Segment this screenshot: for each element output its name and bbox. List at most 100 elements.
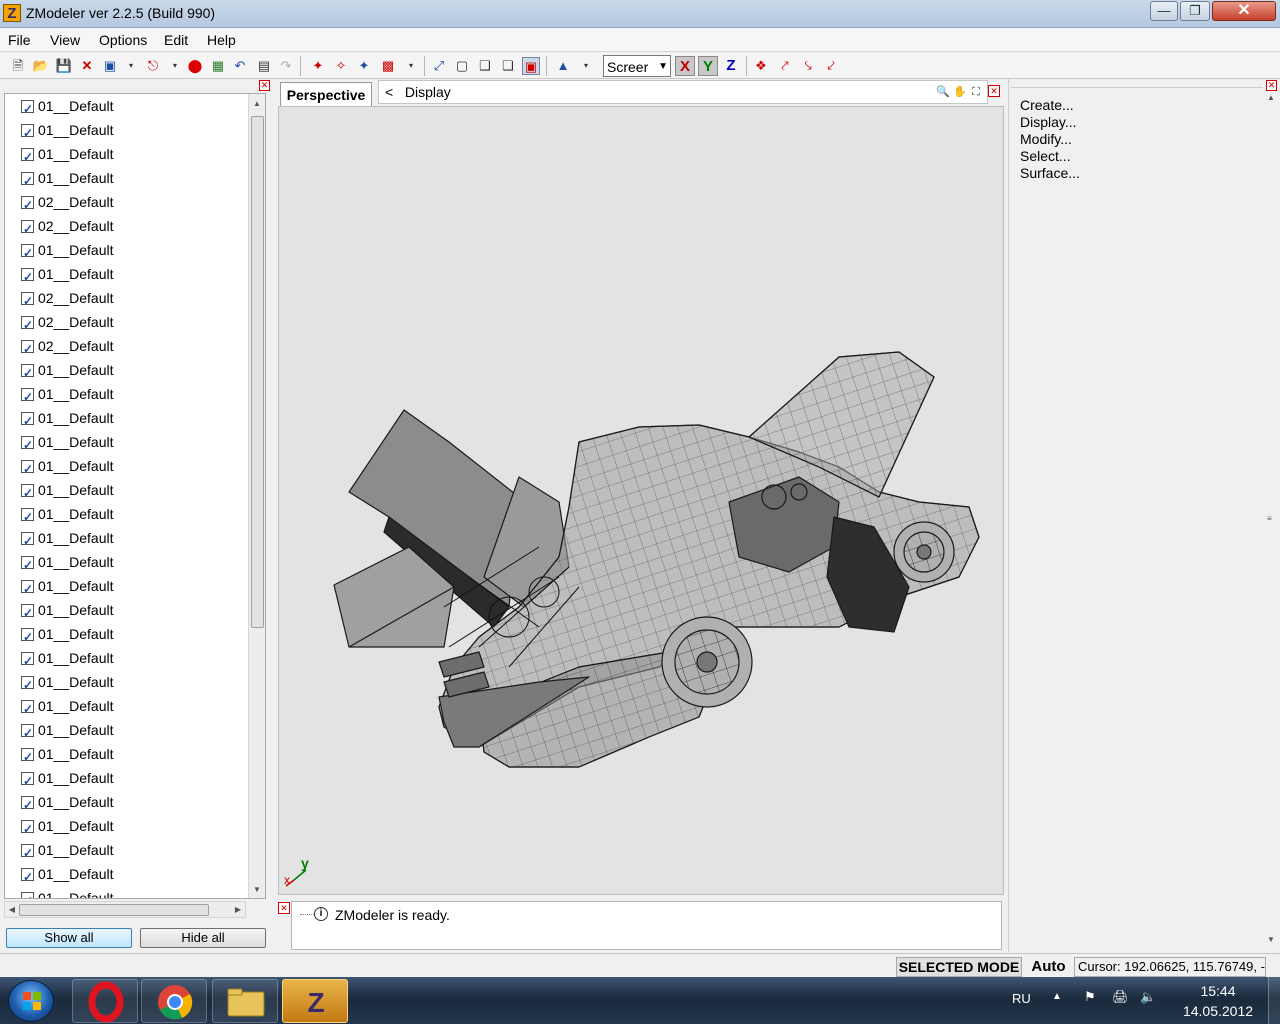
- minimize-button[interactable]: —: [1150, 1, 1178, 21]
- command-select[interactable]: Select...: [1020, 148, 1071, 165]
- object-list-item[interactable]: 01__Default: [21, 238, 114, 265]
- visibility-checkbox[interactable]: [21, 481, 34, 505]
- visibility-checkbox[interactable]: [21, 841, 34, 865]
- network-icon[interactable]: 🖨: [1112, 989, 1129, 1005]
- object-list-item[interactable]: 02__Default: [21, 310, 114, 337]
- tray-expand-icon[interactable]: ▲: [1052, 991, 1062, 1002]
- scroll-down-icon[interactable]: ▼: [1267, 935, 1275, 944]
- start-button[interactable]: [8, 980, 54, 1022]
- link-icon[interactable]: ❖: [752, 57, 770, 75]
- visibility-checkbox[interactable]: [21, 145, 34, 169]
- visibility-checkbox[interactable]: [21, 385, 34, 409]
- visibility-checkbox[interactable]: [21, 217, 34, 241]
- object-list-item[interactable]: 01__Default: [21, 262, 114, 289]
- open-folder-icon[interactable]: 📂: [32, 57, 50, 75]
- object-list-item[interactable]: 01__Default: [21, 574, 114, 601]
- scroll-down-icon[interactable]: ▼: [249, 882, 265, 898]
- object-list-item[interactable]: 01__Default: [21, 742, 114, 769]
- object-list-item[interactable]: 01__Default: [21, 526, 114, 553]
- object-list-item[interactable]: 01__Default: [21, 694, 114, 721]
- visibility-checkbox[interactable]: [21, 577, 34, 601]
- object-list-item[interactable]: 02__Default: [21, 190, 114, 217]
- visibility-checkbox[interactable]: [21, 265, 34, 289]
- task-opera[interactable]: [72, 979, 138, 1023]
- visibility-checkbox[interactable]: [21, 505, 34, 529]
- visibility-checkbox[interactable]: [21, 865, 34, 889]
- hide-all-button[interactable]: Hide all: [140, 928, 266, 948]
- object-list-item[interactable]: 01__Default: [21, 502, 114, 529]
- visibility-checkbox[interactable]: [21, 169, 34, 193]
- material-icon[interactable]: ▦: [209, 57, 227, 75]
- visibility-checkbox[interactable]: [21, 721, 34, 745]
- object-list-item[interactable]: 01__Default: [21, 478, 114, 505]
- new-file-icon[interactable]: 🗎: [9, 57, 27, 75]
- vertical-scrollbar[interactable]: ▲ ≡ ▼: [1267, 93, 1280, 949]
- visibility-checkbox[interactable]: [21, 97, 34, 121]
- visibility-checkbox[interactable]: [21, 889, 34, 898]
- menu-edit[interactable]: Edit: [164, 32, 188, 48]
- scroll-up-icon[interactable]: ▲: [1267, 93, 1275, 102]
- language-indicator[interactable]: RU: [1012, 991, 1031, 1006]
- visibility-checkbox[interactable]: [21, 817, 34, 841]
- visibility-checkbox[interactable]: [21, 457, 34, 481]
- object-list-item[interactable]: 01__Default: [21, 670, 114, 697]
- visibility-checkbox[interactable]: [21, 121, 34, 145]
- command-modify[interactable]: Modify...: [1020, 131, 1072, 148]
- object-list-item[interactable]: 02__Default: [21, 286, 114, 313]
- visibility-checkbox[interactable]: [21, 193, 34, 217]
- task-explorer[interactable]: [212, 979, 278, 1023]
- object-list-item[interactable]: 01__Default: [21, 430, 114, 457]
- visibility-checkbox[interactable]: [21, 409, 34, 433]
- z-axis-toggle[interactable]: Z: [721, 56, 741, 76]
- cone-icon[interactable]: ▲: [554, 57, 572, 75]
- close-icon[interactable]: ✕: [988, 85, 1000, 97]
- dropdown-arrow-icon[interactable]: ▾: [577, 57, 595, 75]
- object-list-item[interactable]: 01__Default: [21, 118, 114, 145]
- menu-file[interactable]: File: [8, 32, 31, 48]
- axis-scale-icon[interactable]: ⤦: [822, 57, 840, 75]
- clock-time[interactable]: 15:44: [1190, 983, 1246, 999]
- select-object-icon[interactable]: ✦: [355, 57, 373, 75]
- y-axis-toggle[interactable]: Y: [698, 56, 718, 76]
- dropdown-arrow-icon[interactable]: ▾: [122, 57, 140, 75]
- visibility-checkbox[interactable]: [21, 361, 34, 385]
- dropdown-arrow-icon[interactable]: ▾: [402, 57, 420, 75]
- visibility-checkbox[interactable]: [21, 337, 34, 361]
- export-icon[interactable]: ⎋: [144, 57, 162, 75]
- face-mode-icon[interactable]: ▢: [453, 57, 471, 75]
- x-axis-toggle[interactable]: X: [675, 56, 695, 76]
- axis-move-icon[interactable]: ⤤: [776, 57, 794, 75]
- perspective-viewport[interactable]: [278, 106, 1004, 895]
- scroll-left-icon[interactable]: ◀: [5, 902, 19, 918]
- scrollbar-thumb[interactable]: [19, 904, 209, 916]
- visibility-checkbox[interactable]: [21, 433, 34, 457]
- select-mode-icon[interactable]: ▩: [379, 57, 397, 75]
- menu-help[interactable]: Help: [207, 32, 236, 48]
- command-create[interactable]: Create...: [1020, 97, 1074, 114]
- visibility-checkbox[interactable]: [21, 697, 34, 721]
- maximize-viewport-icon[interactable]: ⛶: [969, 85, 983, 99]
- object-list-item[interactable]: 01__Default: [21, 862, 114, 889]
- object-list-item[interactable]: 01__Default: [21, 454, 114, 481]
- clock-date[interactable]: 14.05.2012: [1180, 1003, 1256, 1019]
- visibility-checkbox[interactable]: [21, 625, 34, 649]
- object-list-item[interactable]: 01__Default: [21, 382, 114, 409]
- coordinate-system-select[interactable]: Screer ▼: [603, 55, 671, 77]
- menu-view[interactable]: View: [50, 32, 80, 48]
- task-chrome[interactable]: [141, 979, 207, 1023]
- action-center-flag-icon[interactable]: ⚑: [1084, 989, 1096, 1005]
- task-zmodeler[interactable]: Z: [282, 979, 348, 1023]
- visibility-checkbox[interactable]: [21, 793, 34, 817]
- object-list-item[interactable]: 01__Default: [21, 94, 114, 121]
- dropdown-arrow-icon[interactable]: ▾: [166, 57, 184, 75]
- volume-icon[interactable]: 🔈: [1140, 989, 1156, 1005]
- axis-rotate-icon[interactable]: ⤥: [799, 57, 817, 75]
- object-list-item[interactable]: 02__Default: [21, 214, 114, 241]
- close-icon[interactable]: ✕: [1266, 80, 1277, 91]
- object-list[interactable]: 01__Default 01__Default 01__Default 01__Def…: [4, 93, 266, 899]
- record-icon[interactable]: ⬤: [186, 57, 204, 75]
- visibility-checkbox[interactable]: [21, 745, 34, 769]
- pan-hand-icon[interactable]: ✋: [953, 85, 967, 99]
- visibility-checkbox[interactable]: [21, 673, 34, 697]
- object-list-item[interactable]: 01__Default: [21, 358, 114, 385]
